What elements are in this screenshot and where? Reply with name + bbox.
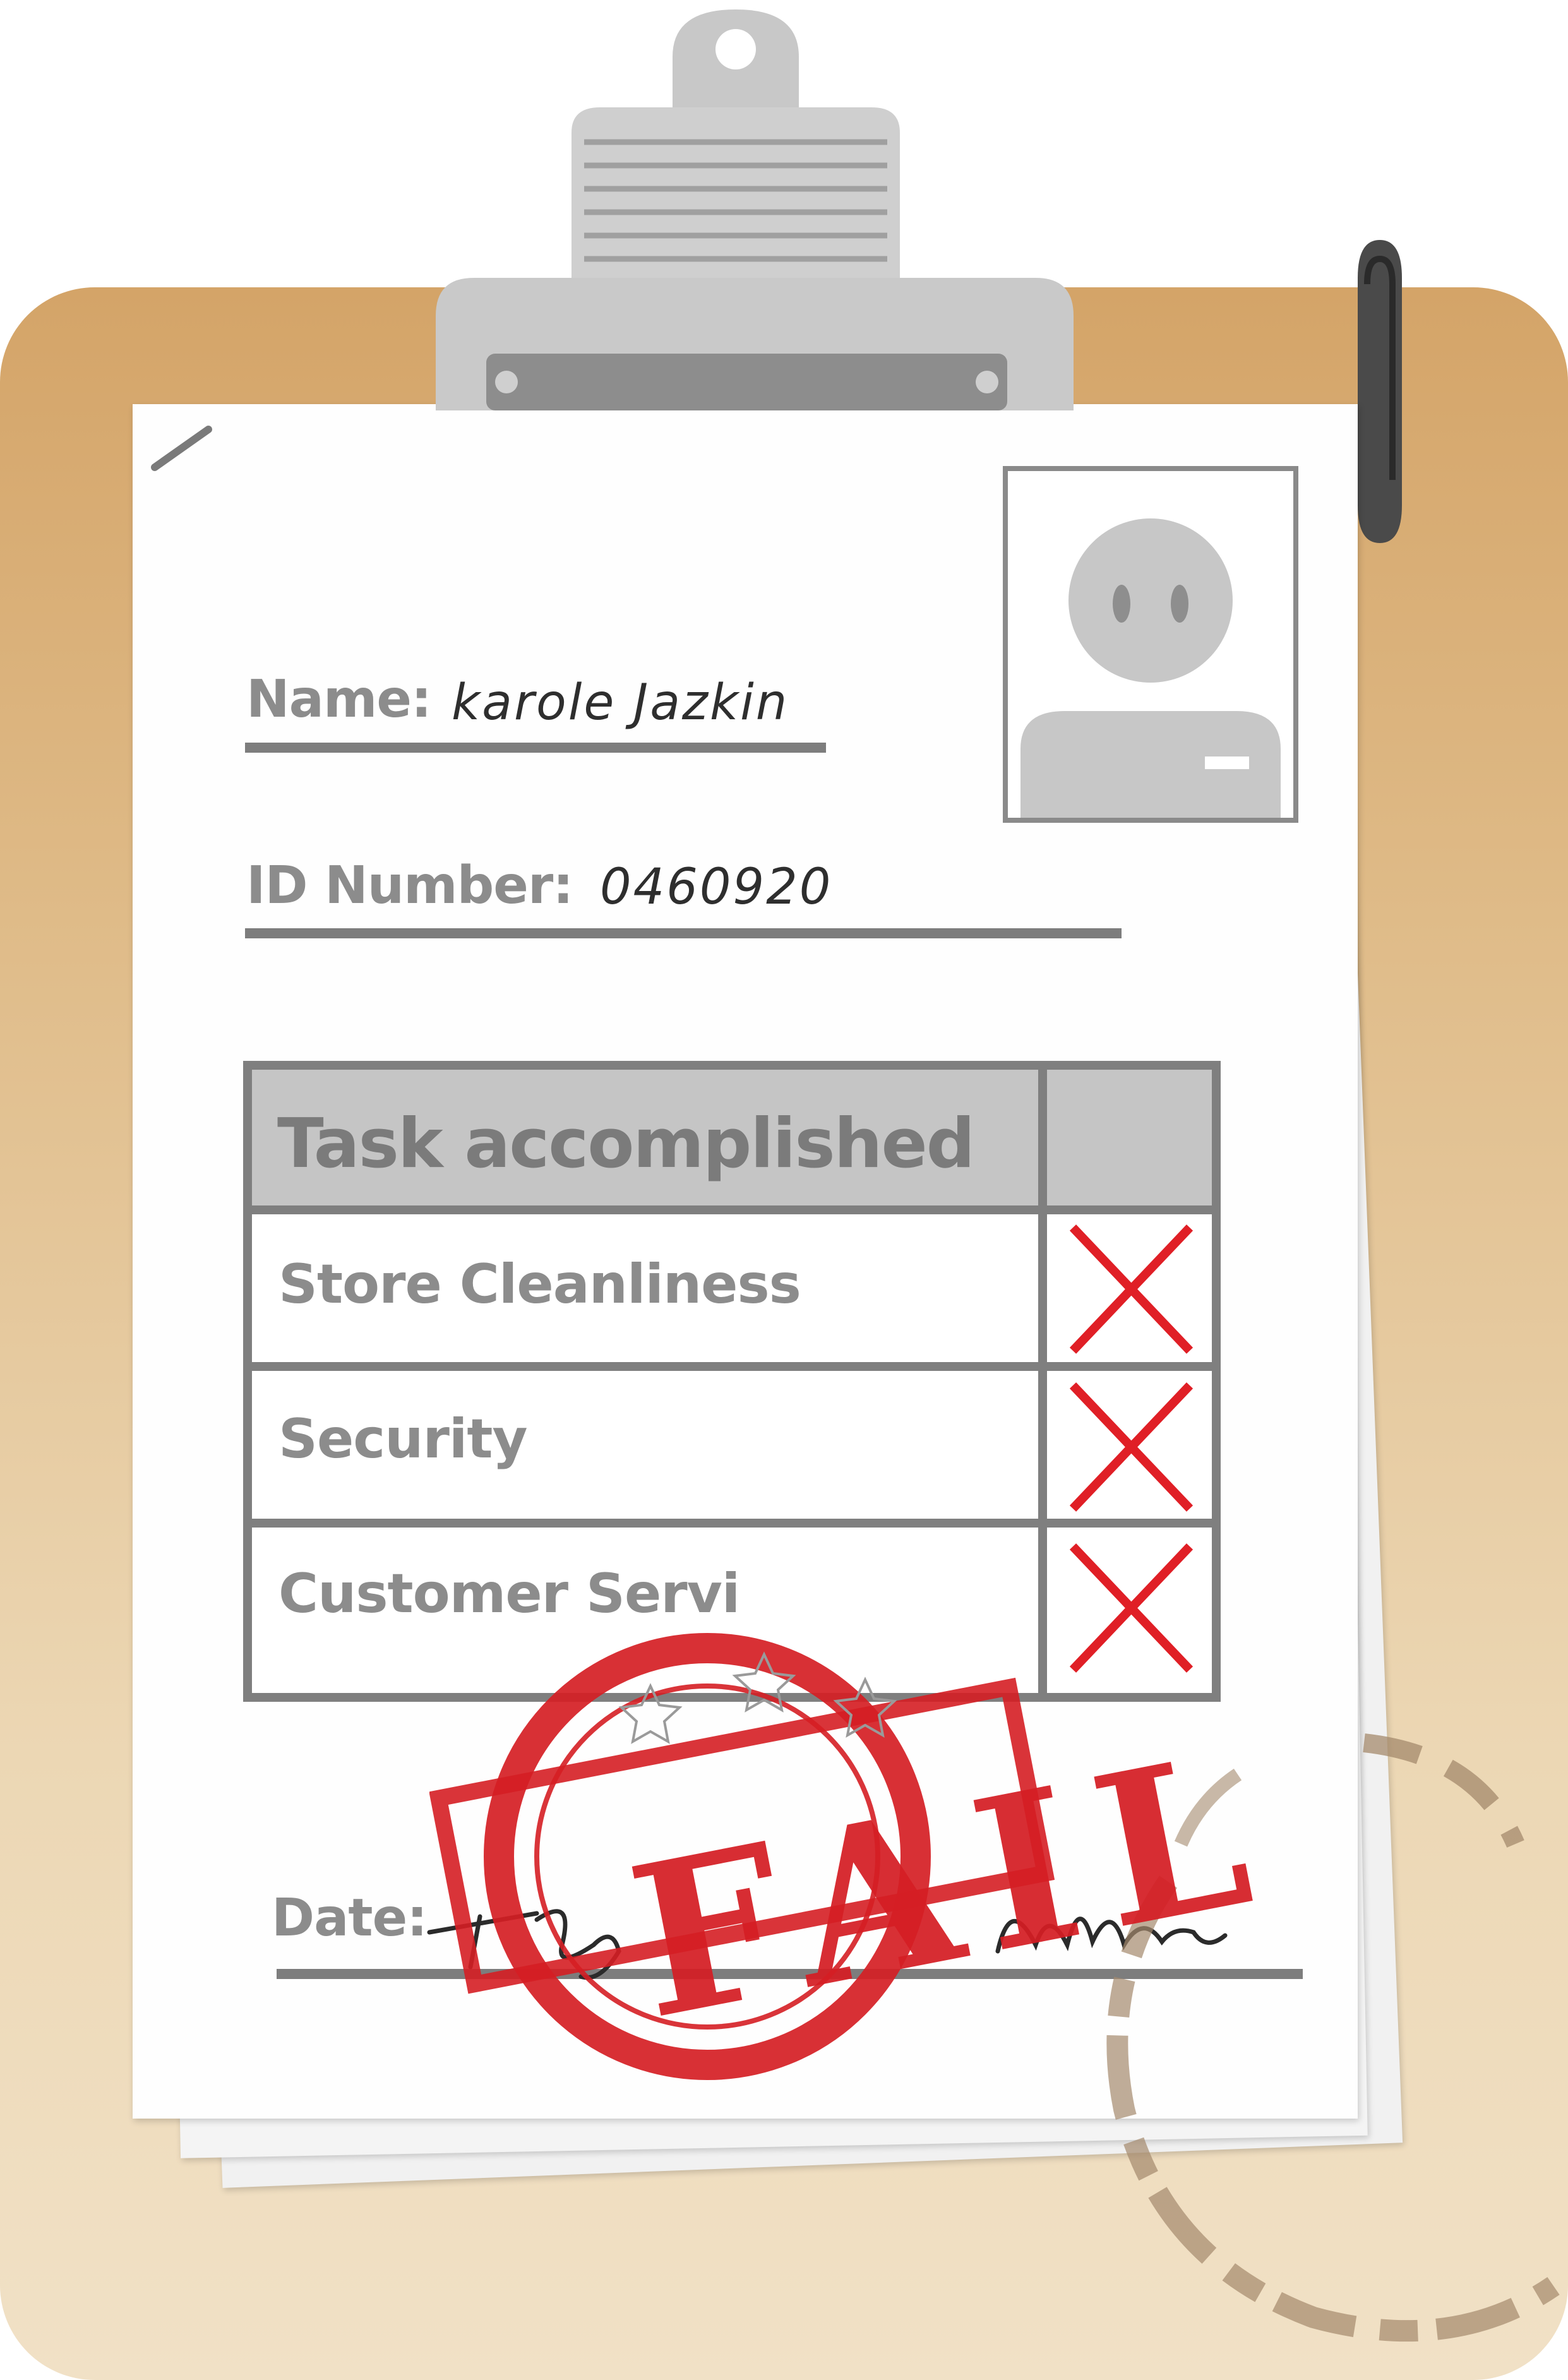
x-mark-icon [1069, 1382, 1194, 1512]
id-number-label: ID Number: [246, 856, 573, 916]
table-header: Task accomplished [252, 1070, 1212, 1205]
table-header-label: Task accomplished [277, 1104, 975, 1183]
table-divider [252, 1205, 1212, 1214]
clipboard-clip-icon [436, 9, 1074, 410]
task-label-security: Security [278, 1408, 528, 1471]
task-label-store-cleanliness: Store Cleanliness [278, 1253, 801, 1316]
id-number-value: 0460920 [600, 859, 833, 916]
date-label: Date: [272, 1888, 428, 1948]
name-label: Name: [246, 669, 432, 729]
name-value: karole Jazkin [452, 674, 789, 731]
id-number-underline [245, 928, 1122, 938]
table-divider [252, 1362, 1212, 1371]
person-silhouette-icon [1020, 518, 1281, 818]
table-divider [252, 1519, 1212, 1528]
pen-stroke-icon [151, 426, 212, 471]
id-photo [1003, 466, 1298, 823]
name-underline [245, 743, 826, 753]
x-mark-icon [1069, 1224, 1194, 1354]
